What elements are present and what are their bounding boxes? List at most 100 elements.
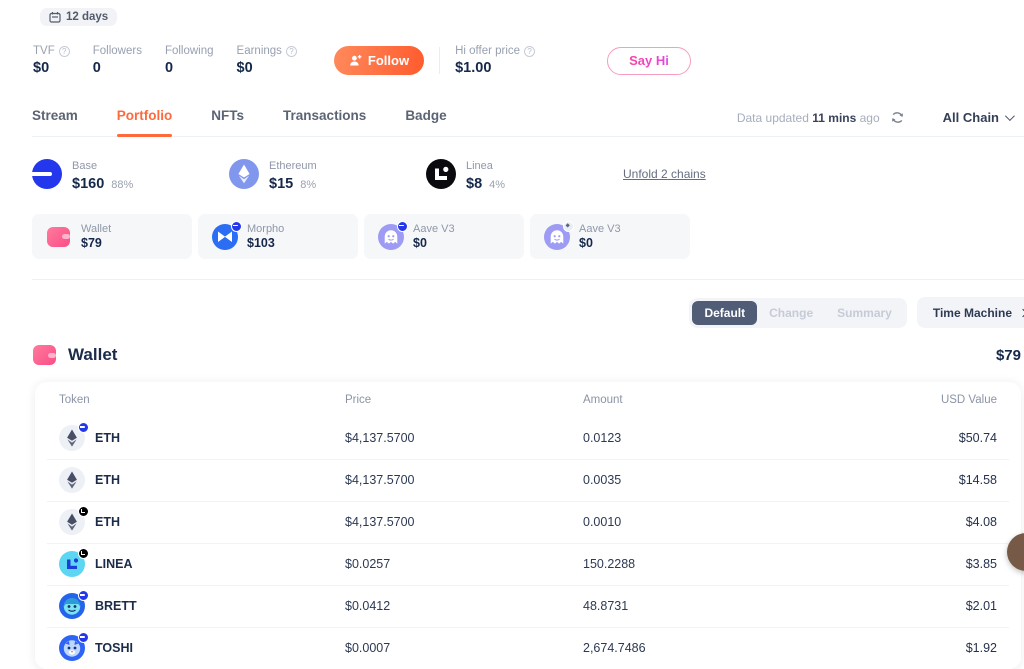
column-amount: Amount (583, 394, 941, 406)
token-symbol: ETH (95, 431, 120, 445)
tab-item[interactable]: Badge (405, 108, 446, 136)
token-icon (59, 467, 85, 493)
stat-list: TVF ? $0 Followers 0 Following 0 (33, 45, 320, 76)
token-amount: 0.0035 (583, 473, 959, 487)
table-row[interactable]: ETH $4,137.5700 0.0123 $50.74 (35, 417, 1021, 459)
token-chain-badge (78, 506, 89, 517)
column-token: Token (59, 394, 345, 406)
tab-item[interactable]: Stream (32, 108, 78, 136)
time-machine-button[interactable]: Time Machine (917, 297, 1024, 328)
protocol-card[interactable]: Aave V3 $0 (530, 214, 690, 259)
table-row[interactable]: ETH $4,137.5700 0.0010 $4.08 (35, 501, 1021, 543)
chevron-right-icon (1019, 308, 1024, 316)
chain-filter-dropdown[interactable]: All Chain (943, 110, 1012, 125)
unfold-chains-link[interactable]: Unfold 2 chains (623, 167, 706, 181)
chain-icon (32, 159, 62, 189)
token-price: $0.0412 (345, 599, 583, 613)
protocol-icon (46, 224, 72, 250)
token-icon (59, 551, 85, 577)
data-updated-text: Data updated 11 mins ago (737, 111, 880, 125)
token-table-header: Token Price Amount USD Value (35, 382, 1021, 417)
chain-item[interactable]: Linea $8 4% (426, 156, 623, 192)
refresh-icon (890, 110, 905, 125)
token-usd-value: $2.01 (966, 599, 997, 613)
token-icon (59, 593, 85, 619)
chain-percent: 88% (111, 179, 133, 191)
say-hi-button[interactable]: Say Hi (607, 47, 691, 75)
stat-item: Earnings ? $0 (237, 45, 297, 76)
view-mode-option[interactable]: Default (692, 301, 757, 325)
wallet-section-title: Wallet (68, 345, 117, 365)
chain-item[interactable]: Base $160 88% (32, 156, 229, 192)
info-icon[interactable]: ? (524, 46, 535, 57)
chain-percent: 8% (300, 179, 316, 191)
wallet-icon (32, 342, 58, 368)
table-row[interactable]: ETH $4,137.5700 0.0035 $14.58 (35, 459, 1021, 501)
token-symbol: TOSHI (95, 641, 133, 655)
token-symbol: ETH (95, 515, 120, 529)
chain-icon (426, 159, 456, 189)
stat-label: Following (165, 45, 214, 57)
token-symbol: ETH (95, 473, 120, 487)
vertical-divider (439, 47, 440, 74)
token-icon (59, 425, 85, 451)
table-row[interactable]: LINEA $0.0257 150.2288 $3.85 (35, 543, 1021, 585)
stat-value: $0 (33, 60, 70, 76)
tab-item[interactable]: Transactions (283, 108, 366, 136)
token-price: $0.0007 (345, 641, 583, 655)
table-row[interactable]: TOSHI $0.0007 2,674.7486 $1.92 (35, 627, 1021, 669)
view-mode-option[interactable]: Change (757, 301, 825, 325)
chain-list: Base $160 88% (32, 156, 623, 192)
tab-item[interactable]: Portfolio (117, 108, 173, 136)
token-amount: 48.8731 (583, 599, 966, 613)
protocol-icon (544, 224, 570, 250)
column-usd-value: USD Value (941, 394, 997, 406)
protocol-card[interactable]: Wallet $79 (32, 214, 192, 259)
section-divider (32, 279, 1024, 280)
refresh-button[interactable] (890, 110, 905, 125)
token-symbol: LINEA (95, 557, 133, 571)
token-icon (59, 635, 85, 661)
protocol-value: $0 (413, 236, 455, 250)
profile-stats-row: TVF ? $0 Followers 0 Following 0 (33, 45, 1024, 76)
protocol-card-row: Wallet $79 (32, 214, 1024, 259)
token-amount: 0.0123 (583, 431, 959, 445)
view-controls: Default Change Summary Time Machine (0, 297, 1024, 328)
stat-item: TVF ? $0 (33, 45, 70, 76)
token-usd-value: $3.85 (966, 557, 997, 571)
chain-item[interactable]: Ethereum $15 8% (229, 156, 426, 192)
say-hi-label: Say Hi (629, 53, 669, 68)
info-icon[interactable]: ? (286, 46, 297, 57)
column-price: Price (345, 394, 583, 406)
token-table: Token Price Amount USD Value (35, 382, 1021, 669)
protocol-card[interactable]: Morpho $103 (198, 214, 358, 259)
protocol-name: Aave V3 (579, 223, 621, 235)
protocol-value: $103 (247, 236, 284, 250)
follow-button[interactable]: Follow (334, 46, 424, 75)
tab-item[interactable]: NFTs (211, 108, 244, 136)
table-row[interactable]: BRETT $0.0412 48.8731 $2.01 (35, 585, 1021, 627)
info-icon[interactable]: ? (59, 46, 70, 57)
token-price: $4,137.5700 (345, 515, 583, 529)
protocol-name: Wallet (81, 223, 111, 235)
stat-label: Followers (93, 45, 142, 57)
follow-button-label: Follow (368, 53, 409, 68)
token-usd-value: $1.92 (966, 641, 997, 655)
hi-offer-value: $1.00 (455, 60, 535, 76)
stat-value: $0 (237, 60, 297, 76)
token-price: $4,137.5700 (345, 431, 583, 445)
stat-item: Following 0 (165, 45, 214, 76)
chain-value: $160 (72, 176, 104, 192)
token-symbol: BRETT (95, 599, 137, 613)
wallet-section-header: Wallet $79 (32, 342, 1021, 368)
token-amount: 0.0010 (583, 515, 966, 529)
stat-label: TVF (33, 45, 55, 57)
token-chain-badge (78, 590, 89, 601)
chevron-down-icon (1005, 111, 1015, 121)
protocol-chain-badge (563, 221, 574, 232)
hi-offer-block: Hi offer price ? $1.00 (455, 45, 535, 76)
chain-name: Linea (466, 160, 493, 172)
token-price: $4,137.5700 (345, 473, 583, 487)
protocol-card[interactable]: Aave V3 $0 (364, 214, 524, 259)
view-mode-option[interactable]: Summary (825, 301, 904, 325)
